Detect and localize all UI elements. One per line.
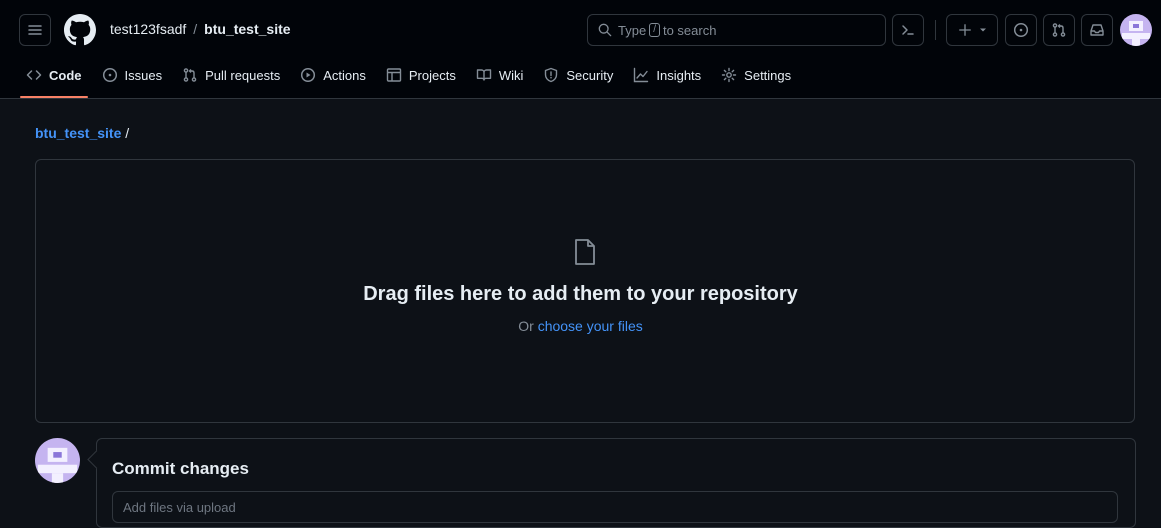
drop-zone-subtitle: Or choose your files — [0, 318, 1161, 334]
repo-context: test123fsadf / btu_test_site — [110, 21, 291, 37]
drop-zone-title: Drag files here to add them to your repo… — [363, 283, 798, 305]
tab-insights[interactable]: Insights — [623, 58, 711, 92]
avatar — [1120, 14, 1152, 46]
github-logo-icon[interactable] — [64, 14, 96, 46]
tab-security[interactable]: Security — [533, 58, 623, 92]
repo-nav: Code Issues Pull requests Actions Projec… — [16, 58, 801, 98]
menu-button[interactable] — [19, 14, 51, 46]
search-icon — [598, 23, 612, 37]
tab-settings[interactable]: Settings — [711, 58, 801, 92]
tab-actions[interactable]: Actions — [290, 58, 376, 92]
tab-issues[interactable]: Issues — [92, 58, 173, 92]
drop-zone-or: Or — [518, 318, 534, 334]
tab-label: Actions — [323, 67, 366, 83]
code-icon — [26, 70, 42, 80]
header-divider — [935, 20, 936, 40]
play-icon — [301, 67, 316, 83]
search-input[interactable]: Type / to search — [587, 14, 886, 46]
owner-link[interactable]: test123fsadf — [110, 21, 186, 37]
tab-label: Code — [49, 67, 82, 83]
user-avatar[interactable] — [1120, 14, 1152, 46]
tab-code[interactable]: Code — [16, 58, 92, 98]
shield-icon — [545, 67, 558, 83]
inbox-button[interactable] — [1081, 14, 1113, 46]
search-suffix: to search — [662, 22, 717, 38]
tab-label: Security — [566, 67, 614, 83]
tab-label: Settings — [744, 67, 792, 83]
pull-request-icon — [183, 68, 197, 82]
repo-link[interactable]: btu_test_site — [204, 21, 290, 37]
tab-label: Projects — [408, 67, 456, 83]
issue-icon — [102, 67, 117, 83]
command-palette-button[interactable] — [892, 14, 924, 46]
book-icon — [476, 69, 492, 81]
tab-label: Insights — [656, 67, 702, 83]
breadcrumb-repo-link[interactable]: btu_test_site — [35, 125, 121, 141]
tab-label: Issues — [124, 67, 163, 83]
issue-icon — [1013, 22, 1029, 38]
breadcrumb: btu_test_site / — [35, 125, 129, 141]
inbox-icon — [1090, 24, 1104, 36]
tab-pull-requests[interactable]: Pull requests — [172, 58, 290, 92]
commit-title: Commit changes — [112, 459, 249, 478]
pull-requests-button[interactable] — [1043, 14, 1075, 46]
tab-label: Wiki — [498, 67, 524, 83]
context-separator: / — [193, 21, 198, 37]
table-icon — [386, 68, 402, 82]
gear-icon — [721, 67, 737, 83]
file-icon — [573, 238, 597, 266]
issues-button[interactable] — [1005, 14, 1037, 46]
plus-icon — [958, 24, 971, 36]
search-shortcut: / — [649, 23, 660, 37]
create-new-button[interactable] — [946, 14, 998, 46]
avatar — [35, 438, 80, 483]
tab-projects[interactable]: Projects — [376, 58, 466, 92]
commit-message-input[interactable] — [112, 491, 1118, 523]
command-palette-icon — [902, 25, 914, 35]
breadcrumb-separator: / — [125, 125, 130, 141]
pull-request-icon — [1052, 23, 1066, 37]
chevron-down-icon — [979, 28, 986, 32]
search-prefix: Type — [618, 22, 647, 38]
tab-label: Pull requests — [205, 67, 281, 83]
menu-icon — [28, 25, 42, 35]
graph-icon — [634, 67, 649, 83]
choose-files-link[interactable]: choose your files — [538, 318, 643, 334]
commit-avatar — [35, 438, 80, 483]
tab-wiki[interactable]: Wiki — [466, 58, 534, 92]
